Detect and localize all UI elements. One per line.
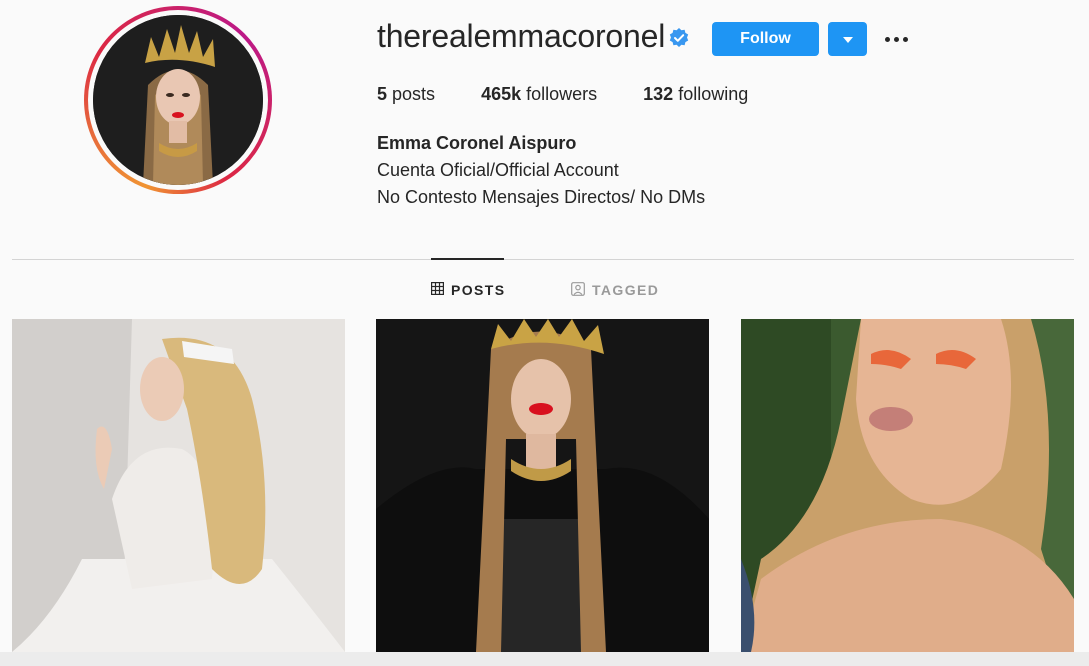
chevron-down-icon (842, 30, 853, 48)
avatar-photo (93, 15, 263, 185)
posts-count: 5 (377, 84, 388, 104)
verified-badge-icon (668, 27, 690, 49)
username: therealemmacoronel (377, 18, 666, 54)
tagged-icon (571, 281, 585, 299)
posts-label: posts (392, 84, 436, 104)
posts-stat: 5 posts (377, 84, 435, 105)
more-options-icon[interactable] (880, 28, 912, 50)
bio-line: No Contesto Mensajes Directos/ No DMs (377, 187, 706, 207)
post-thumbnail[interactable] (12, 319, 345, 652)
followers-label: followers (526, 84, 598, 104)
profile-bio: Emma Coronel Aispuro Cuenta Oficial/Offi… (377, 130, 705, 211)
follow-button[interactable]: Follow (712, 22, 819, 56)
following-count: 132 (643, 84, 674, 104)
profile-stats: 5 posts 465k followers 132 following (377, 84, 794, 105)
active-tab-indicator (431, 258, 504, 260)
followers-count: 465k (481, 84, 522, 104)
post-thumbnail[interactable] (741, 319, 1074, 652)
bio-line: Cuenta Oficial/Official Account (377, 160, 619, 180)
following-stat[interactable]: 132 following (643, 84, 748, 105)
suggested-accounts-dropdown-button[interactable] (828, 22, 867, 56)
profile-page: therealemmacoronel Follow 5 posts 465k f… (0, 0, 1089, 666)
followers-stat[interactable]: 465k followers (481, 84, 597, 105)
full-name: Emma Coronel Aispuro (377, 133, 577, 153)
profile-avatar[interactable] (84, 6, 272, 194)
following-label: following (678, 84, 749, 104)
tab-posts[interactable]: POSTS (431, 281, 505, 299)
tab-tagged[interactable]: TAGGED (571, 281, 659, 299)
bottom-edge (0, 652, 1089, 666)
tab-label: POSTS (451, 282, 506, 298)
post-thumbnail[interactable] (376, 319, 709, 652)
tab-label: TAGGED (592, 282, 660, 298)
grid-icon (431, 282, 445, 298)
tabs-divider (12, 259, 1074, 260)
